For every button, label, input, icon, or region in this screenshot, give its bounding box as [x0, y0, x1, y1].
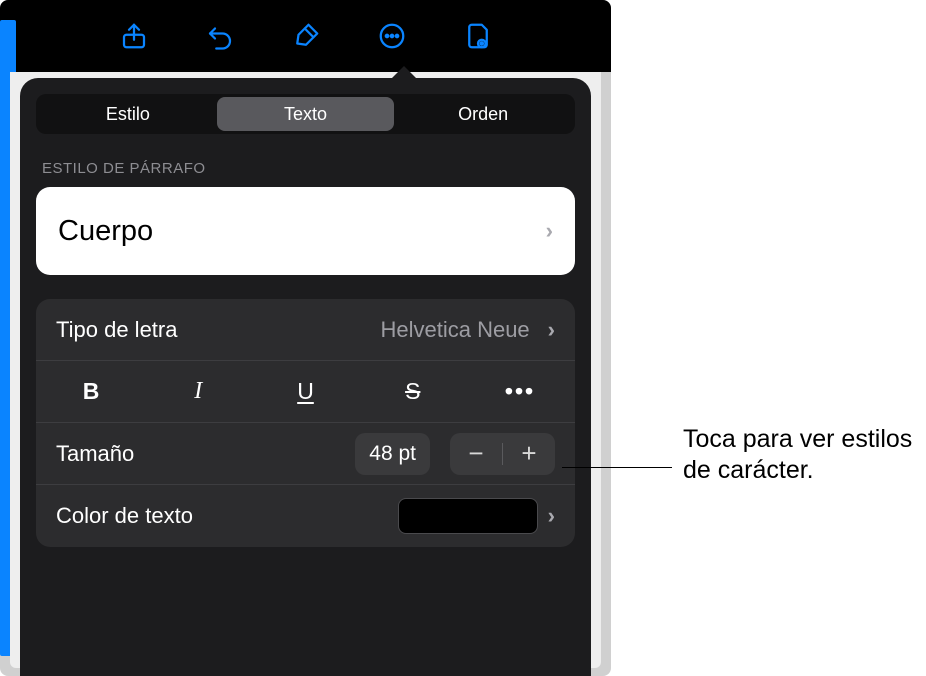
size-value[interactable]: 48 pt [355, 433, 430, 475]
font-value-group: Helvetica Neue › [380, 317, 555, 343]
paragraph-style-header: Estilo de párrafo [42, 160, 569, 177]
font-value: Helvetica Neue [380, 317, 529, 343]
size-label: Tamaño [56, 441, 134, 467]
chevron-right-icon: › [546, 218, 553, 244]
size-increase-button[interactable]: + [503, 433, 555, 475]
strikethrough-button[interactable]: S [374, 370, 452, 414]
italic-button[interactable]: I [159, 370, 237, 414]
size-controls: 48 pt − + [355, 433, 555, 475]
text-color-group: › [398, 498, 555, 534]
document-view-icon[interactable] [461, 19, 495, 53]
undo-icon[interactable] [203, 19, 237, 53]
font-row[interactable]: Tipo de letra Helvetica Neue › [36, 299, 575, 361]
font-label: Tipo de letra [56, 317, 177, 343]
text-color-swatch[interactable] [398, 498, 538, 534]
chevron-right-icon: › [548, 503, 555, 529]
more-styles-button[interactable]: ••• [481, 370, 559, 414]
text-color-row[interactable]: Color de texto › [36, 485, 575, 547]
chevron-right-icon: › [548, 317, 555, 343]
share-icon[interactable] [117, 19, 151, 53]
paragraph-style-row[interactable]: Cuerpo › [36, 187, 575, 275]
tab-order[interactable]: Orden [394, 97, 572, 131]
text-color-label: Color de texto [56, 503, 193, 529]
bold-button[interactable]: B [52, 370, 130, 414]
size-row: Tamaño 48 pt − + [36, 423, 575, 485]
tab-style[interactable]: Estilo [39, 97, 217, 131]
size-stepper: − + [450, 433, 555, 475]
more-icon[interactable] [375, 19, 409, 53]
format-popover: Estilo Texto Orden Estilo de párrafo Cue… [20, 78, 591, 676]
text-properties-panel: Tipo de letra Helvetica Neue › B I U S •… [36, 299, 575, 547]
size-decrease-button[interactable]: − [450, 433, 502, 475]
paragraph-style-value: Cuerpo [58, 215, 153, 248]
app-window: Estilo Texto Orden Estilo de párrafo Cue… [0, 0, 611, 676]
top-toolbar [0, 0, 611, 72]
underline-button[interactable]: U [267, 370, 345, 414]
format-icon[interactable] [289, 19, 323, 53]
tab-selector: Estilo Texto Orden [36, 94, 575, 134]
callout-leader-line [562, 467, 672, 468]
callout-text: Toca para ver estilos de carácter. [683, 424, 926, 487]
tab-text[interactable]: Texto [217, 97, 395, 131]
text-format-row: B I U S ••• [36, 361, 575, 423]
